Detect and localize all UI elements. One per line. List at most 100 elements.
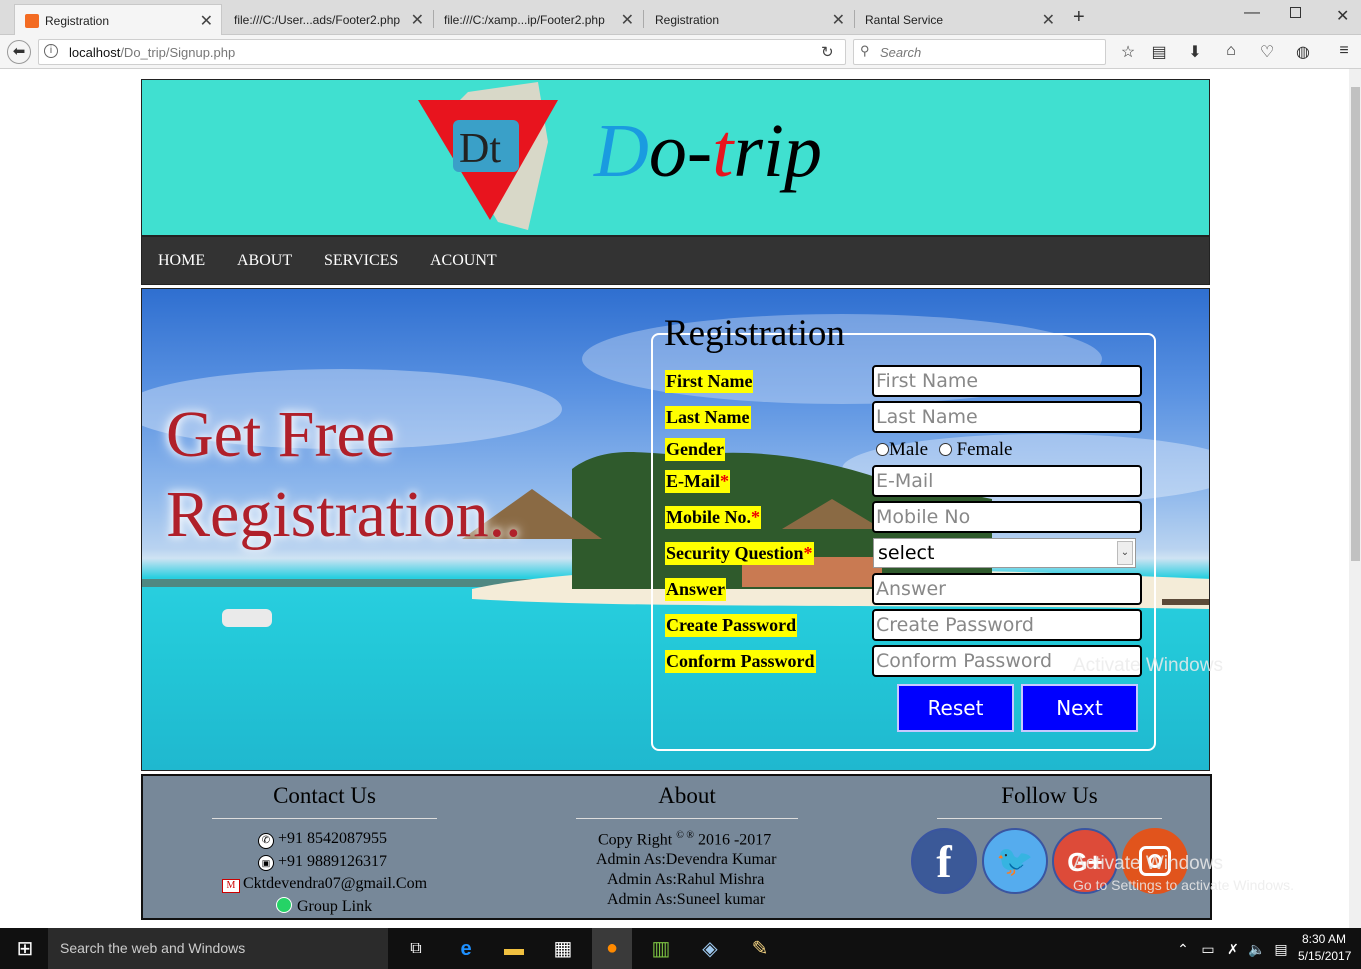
nav-home[interactable]: HOME: [158, 252, 205, 270]
tab-label: Rantal Service: [865, 13, 944, 27]
close-window-icon[interactable]: ✕: [1336, 6, 1349, 26]
close-tab-icon[interactable]: ✕: [1042, 10, 1055, 30]
next-button[interactable]: Next: [1021, 684, 1138, 732]
gmail-icon: M: [222, 879, 240, 893]
download-icon[interactable]: ⬇: [1185, 42, 1205, 62]
about-divider: [576, 818, 798, 819]
radio-female[interactable]: [938, 443, 952, 456]
email-text: Cktdevendra07@gmail.Com: [243, 875, 428, 892]
search-placeholder: Search: [880, 45, 922, 60]
file-explorer-icon[interactable]: ▬: [501, 936, 527, 962]
pocket-icon[interactable]: ♡: [1257, 42, 1277, 62]
group-link-text: Group Link: [297, 898, 373, 915]
follow-us-heading: Follow Us: [1001, 783, 1098, 808]
bookmark-star-icon[interactable]: ☆: [1118, 42, 1138, 62]
nav-about[interactable]: ABOUT: [237, 252, 292, 270]
contact-group-link[interactable]: Group Link: [276, 897, 372, 916]
security-question-select[interactable]: select ⌄: [873, 538, 1136, 568]
notepad-icon[interactable]: ◈: [697, 936, 723, 962]
email-label-text: E-Mail: [666, 471, 720, 491]
site-header: Dt Do-trip: [141, 79, 1210, 236]
battery-icon[interactable]: ▭: [1195, 936, 1221, 962]
copyright-prefix: Copy Right: [598, 831, 673, 849]
radio-male[interactable]: [876, 443, 889, 456]
first-name-label: First Name: [665, 370, 754, 393]
windows-taskbar: ⊞ Search the web and Windows ⧉ e ▬ ▦ ● ▥…: [0, 928, 1361, 969]
close-tab-icon[interactable]: ✕: [621, 10, 634, 30]
tab-footer2-downloads[interactable]: file:///C:/User...ads/Footer2.php ✕: [224, 4, 432, 35]
security-label-text: Security Question: [666, 543, 804, 563]
gender-female-label: Female: [956, 439, 1013, 460]
minimize-icon[interactable]: —: [1244, 4, 1260, 22]
info-icon[interactable]: i: [44, 44, 58, 58]
paint-icon[interactable]: ✎: [747, 936, 773, 962]
tray-chevron-icon[interactable]: ⌃: [1170, 936, 1196, 962]
close-tab-icon[interactable]: ✕: [411, 10, 424, 30]
tab-label: file:///C:/User...ads/Footer2.php: [234, 13, 401, 27]
copyright-line: Copy Right © ® 2016 -2017: [598, 830, 771, 849]
firefox-icon[interactable]: ●: [592, 928, 632, 969]
brand-letter-d: D: [594, 109, 649, 193]
clock-time: 8:30 AM: [1301, 932, 1347, 946]
taskbar-search[interactable]: Search the web and Windows: [48, 928, 388, 969]
mobile-input[interactable]: [872, 501, 1142, 533]
task-view-icon[interactable]: ⧉: [403, 936, 429, 962]
email-label: E-Mail*: [665, 470, 730, 493]
answer-input[interactable]: [872, 573, 1142, 605]
url-bar[interactable]: i localhost/Do_trip/Signup.php ↻: [38, 39, 846, 65]
home-icon[interactable]: ⌂: [1221, 42, 1241, 60]
volume-icon[interactable]: 🔈: [1244, 936, 1270, 962]
required-mark: *: [751, 507, 760, 527]
new-tab-icon[interactable]: +: [1073, 6, 1085, 29]
mobile-label-text: Mobile No.: [666, 507, 751, 527]
gender-label: Gender: [665, 438, 725, 461]
clock[interactable]: 8:30 AM 5/15/2017: [1298, 931, 1352, 965]
hero-title-line1: Get Free: [166, 398, 396, 471]
close-tab-icon[interactable]: ✕: [200, 11, 213, 31]
first-name-input[interactable]: [872, 365, 1142, 397]
last-name-label: Last Name: [665, 406, 751, 429]
last-name-input[interactable]: [872, 401, 1142, 433]
tab-registration-active[interactable]: Registration ✕: [14, 4, 222, 35]
contact-email[interactable]: M Cktdevendra07@gmail.Com: [222, 875, 427, 893]
brand-name: Do-trip: [594, 108, 822, 195]
site-nav: HOME ABOUT SERVICES ACOUNT: [141, 236, 1210, 285]
tab-rental-service[interactable]: Rantal Service ✕: [855, 4, 1063, 35]
menu-hamburger-icon[interactable]: ≡: [1334, 42, 1354, 60]
tab-label: Registration: [45, 14, 110, 28]
tab-separator: [643, 10, 644, 28]
scrollbar-thumb[interactable]: [1351, 87, 1360, 561]
windows-start-icon[interactable]: ⊞: [12, 936, 38, 962]
tab-footer2-xampp[interactable]: file:///C:/xamp...ip/Footer2.php ✕: [434, 4, 642, 35]
back-icon[interactable]: ⬅: [7, 40, 31, 64]
mobile-phone-icon: ▣: [258, 855, 274, 871]
close-tab-icon[interactable]: ✕: [832, 10, 845, 30]
create-password-input[interactable]: [872, 609, 1142, 641]
url-path: /Do_trip/Signup.php: [120, 45, 236, 60]
restore-icon[interactable]: [1290, 7, 1301, 18]
confirm-password-label: Conform Password: [665, 650, 816, 673]
task-manager-icon[interactable]: ▥: [648, 936, 674, 962]
logo-text: Dt: [459, 126, 501, 172]
reading-list-icon[interactable]: ▤: [1149, 42, 1169, 62]
network-icon[interactable]: ✗: [1220, 936, 1246, 962]
twitter-icon[interactable]: 🐦: [982, 828, 1048, 894]
reload-icon[interactable]: ↻: [821, 43, 834, 61]
globe-icon[interactable]: ◍: [1293, 42, 1313, 62]
browser-nav-bar: ⬅ i localhost/Do_trip/Signup.php ↻ ⚲ Sea…: [0, 35, 1361, 69]
reset-button[interactable]: Reset: [897, 684, 1014, 732]
tab-registration[interactable]: Registration ✕: [645, 4, 853, 35]
admin-rahul: Admin As:Rahul Mishra: [607, 871, 765, 888]
edge-icon[interactable]: e: [453, 936, 479, 962]
search-bar[interactable]: ⚲ Search: [853, 39, 1106, 65]
email-input[interactable]: [872, 465, 1142, 497]
clock-date: 5/15/2017: [1298, 949, 1352, 963]
store-icon[interactable]: ▦: [550, 936, 576, 962]
keyboard-icon[interactable]: ▤: [1268, 936, 1294, 962]
nav-acount[interactable]: ACOUNT: [430, 252, 497, 270]
follow-divider: [937, 818, 1162, 819]
facebook-icon[interactable]: f: [911, 828, 977, 894]
admin-devendra: Admin As:Devendra Kumar: [596, 851, 777, 868]
xampp-favicon-icon: [25, 14, 39, 28]
nav-services[interactable]: SERVICES: [324, 252, 398, 270]
